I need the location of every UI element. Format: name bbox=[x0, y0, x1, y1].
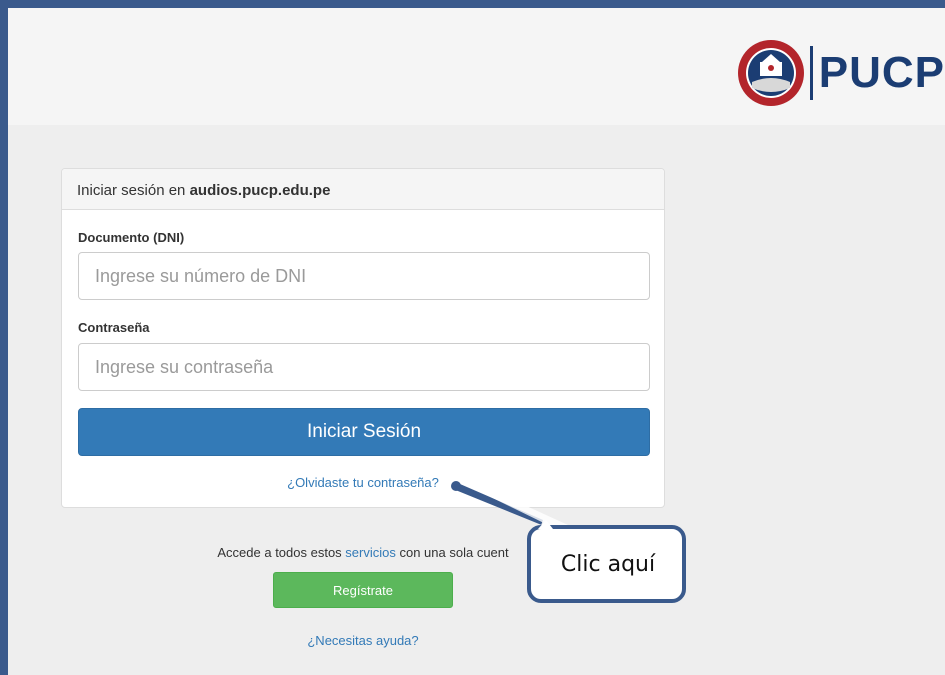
login-panel: Iniciar sesión en audios.pucp.edu.pe Doc… bbox=[61, 168, 665, 508]
heading-site: audios.pucp.edu.pe bbox=[189, 182, 331, 199]
dni-label: Documento (DNI) bbox=[78, 230, 185, 245]
heading-prefix: Iniciar sesión en bbox=[77, 182, 190, 199]
services-link[interactable]: servicios bbox=[345, 545, 396, 560]
password-label: Contraseña bbox=[78, 320, 150, 335]
brand-name: PUCP bbox=[818, 48, 945, 97]
pucp-logo[interactable]: PUCP bbox=[736, 38, 945, 108]
password-input[interactable] bbox=[78, 343, 650, 391]
services-suffix: con una sola cuent bbox=[395, 545, 509, 560]
top-header: PUCP bbox=[8, 8, 945, 125]
services-prefix: Accede a todos estos bbox=[217, 545, 346, 560]
logo-separator bbox=[809, 46, 813, 100]
callout-label: Clic aquí bbox=[560, 551, 656, 577]
page-frame: PUCP Iniciar sesión en audios.pucp.edu.p… bbox=[0, 0, 945, 675]
register-button[interactable]: Regístrate bbox=[273, 572, 453, 608]
help-link[interactable]: ¿Necesitas ayuda? bbox=[61, 633, 665, 648]
login-heading: Iniciar sesión en audios.pucp.edu.pe bbox=[62, 169, 664, 210]
pucp-seal-icon bbox=[737, 40, 804, 106]
dni-input[interactable] bbox=[78, 252, 650, 300]
forgot-password-link[interactable]: ¿Olvidaste tu contraseña? bbox=[62, 475, 664, 490]
login-button[interactable]: Iniciar Sesión bbox=[78, 408, 650, 456]
